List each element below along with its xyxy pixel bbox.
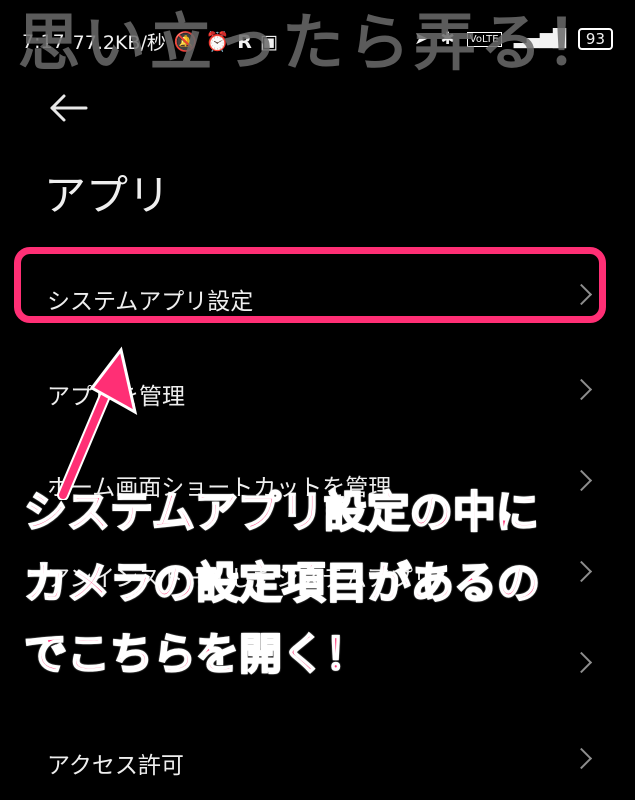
status-speed: 77.2KB/秒 — [72, 32, 166, 54]
status-left: 7:17 77.2KB/秒 🔕 ⏰ R ▣ — [22, 28, 278, 55]
battery-icon: 93 — [577, 28, 613, 50]
status-right: ➤ ✱ VoLTE ▂▄▆█ 93 — [414, 28, 613, 50]
battery-level: 93 — [585, 30, 605, 48]
bell-icon: 🔕 — [173, 31, 198, 53]
page-title: アプリ — [44, 171, 171, 220]
status-time: 7:17 — [22, 30, 65, 53]
volte-icon: VoLTE — [466, 31, 502, 47]
bluetooth-icon: ✱ — [440, 29, 455, 49]
menu-item-access-permissions[interactable]: アクセス許可 — [0, 714, 635, 800]
pointer-arrow-icon — [57, 346, 138, 500]
square-icon: ▣ — [259, 30, 278, 53]
alarm-icon: ⏰ — [205, 31, 230, 53]
r-icon: R — [237, 30, 252, 53]
back-button[interactable] — [42, 86, 96, 130]
annotation-text: システムアプリ設定の中に カメラの設定項目があるの でこちらを開く！ — [23, 487, 541, 681]
chevron-right-icon — [570, 747, 593, 770]
status-bar: 7:17 77.2KB/秒 🔕 ⏰ R ▣ ➤ ✱ VoLTE ▂▄▆█ 93 — [0, 0, 635, 80]
signal-icon: ▂▄▆█ — [513, 29, 566, 49]
menu-item-label: アクセス許可 — [47, 753, 184, 779]
chevron-right-icon — [570, 378, 593, 401]
highlight-box — [14, 247, 606, 323]
location-icon: ➤ — [414, 29, 429, 49]
back-arrow-icon — [50, 94, 88, 122]
